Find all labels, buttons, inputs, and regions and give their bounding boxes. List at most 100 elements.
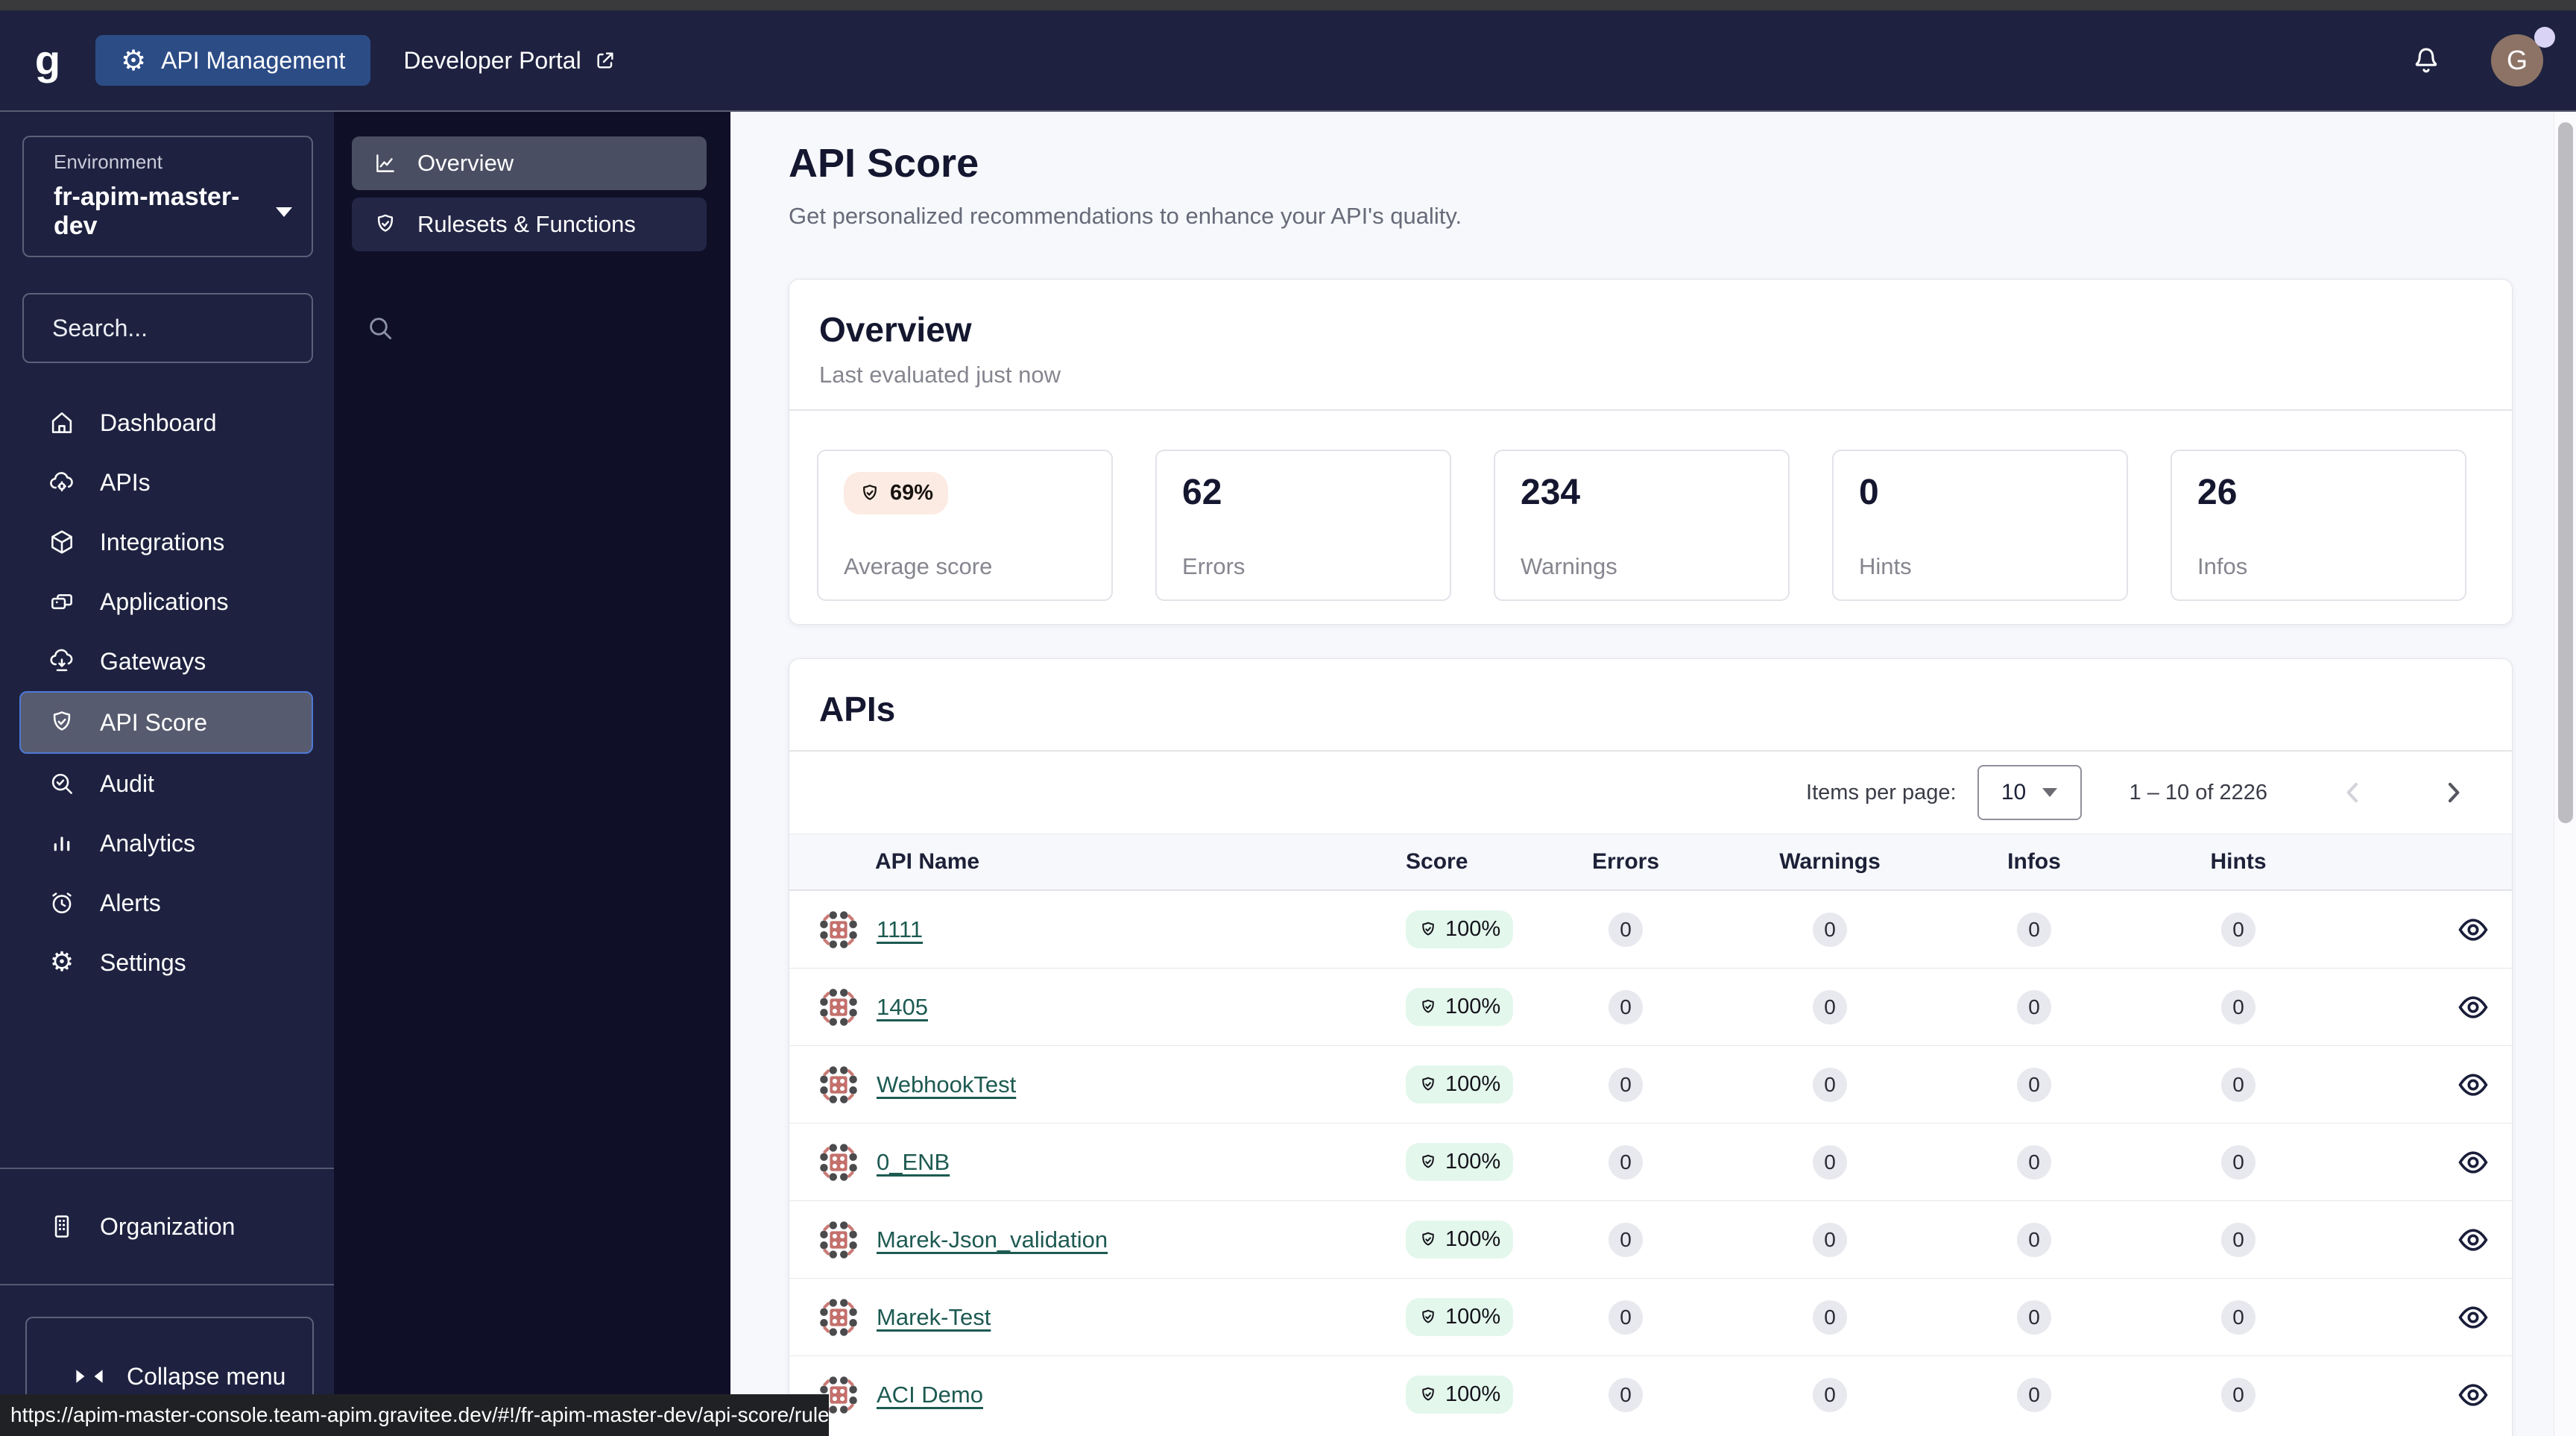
stat-infos: 26 Infos [2171,450,2466,601]
page-size-value: 10 [2001,780,2027,804]
stat-label: Average score [844,553,993,579]
cloud-download-icon [48,647,76,676]
top-header: g ⚙ API Management Developer Portal G [0,10,2576,112]
score-badge: 100% [1406,910,1514,948]
subnav-item-overview[interactable]: Overview [352,136,707,190]
sidebar-item-label: Integrations [100,528,225,555]
search-icon [365,313,395,343]
column-header-warnings: Warnings [1779,849,1881,874]
external-link-icon [593,48,617,72]
column-header-score: Score [1406,849,1468,874]
apis-card: APIs Items per page: 10 1 – 10 of 2226 A… [789,658,2513,1436]
stat-label: Hints [1859,553,1912,579]
column-header-api-name: API Name [875,849,980,874]
table-pagination: Items per page: 10 1 – 10 of 2226 [789,752,2512,834]
api-name-link[interactable]: ACI Demo [877,1382,983,1408]
api-name-link[interactable]: 1405 [877,994,928,1021]
next-page-button[interactable] [2439,778,2467,807]
score-badge: 100% [1406,1065,1514,1103]
sidebar-item-audit[interactable]: Audit [0,754,334,813]
view-api-button[interactable] [2457,913,2490,946]
logo-g-glyph: g [34,37,61,84]
api-identicon [817,908,860,951]
api-name-link[interactable]: Marek-Json_validation [877,1226,1108,1253]
table-header-row: API Name Score Errors Warnings Infos Hin… [789,834,2512,890]
subnav-item-label: Rulesets & Functions [417,211,636,237]
environment-selector[interactable]: Environment fr-apim-master-dev [22,136,313,257]
overview-stats: 69% Average score 62 Errors 234 Warnings… [789,411,2512,624]
infos-count: 0 [2017,1222,2051,1257]
previous-page-button[interactable] [2339,778,2367,807]
chevron-down-icon [276,207,292,217]
stat-errors: 62 Errors [1155,450,1451,601]
search-input[interactable] [52,314,365,342]
errors-count: 0 [1609,1144,1643,1180]
column-header-errors: Errors [1591,849,1660,874]
sidebar-item-apis[interactable]: APIs [0,453,334,512]
main-content: API Score Get personalized recommendatio… [730,112,2576,1436]
errors-count: 0 [1609,1222,1643,1257]
search-check-icon [48,769,76,798]
chevron-down-icon [2042,788,2058,797]
user-avatar[interactable]: G [2491,27,2555,86]
api-name-link[interactable]: Marek-Test [877,1304,991,1331]
developer-portal-link[interactable]: Developer Portal [403,47,616,75]
sidebar-item-dashboard[interactable]: Dashboard [0,393,334,453]
stat-value: 234 [1521,473,1581,512]
view-api-button[interactable] [2457,991,2490,1024]
sidebar-item-alerts[interactable]: Alerts [0,873,334,933]
sidebar-item-integrations[interactable]: Integrations [0,512,334,572]
table-row: 0_ENB 100% 0 0 0 0 [789,1123,2512,1200]
table-row: 1111 100% 0 0 0 0 [789,890,2512,968]
sidebar-item-label: Gateways [100,647,206,675]
warnings-count: 0 [1813,912,1847,947]
bar-chart-icon [48,829,76,857]
notifications-bell-icon[interactable] [2409,43,2443,78]
warnings-count: 0 [1813,1222,1847,1257]
sidebar-item-api-score[interactable]: API Score [19,691,313,754]
stat-value: 26 [2197,473,2238,512]
view-api-button[interactable] [2457,1068,2490,1101]
hints-count: 0 [2221,989,2255,1024]
sidebar-item-applications[interactable]: Applications [0,572,334,632]
shield-check-icon [373,212,398,237]
view-api-button[interactable] [2457,1301,2490,1334]
sidebar-search [22,293,392,363]
hints-count: 0 [2221,912,2255,947]
scrollbar-thumb[interactable] [2558,122,2573,823]
view-api-button[interactable] [2457,1224,2490,1256]
items-per-page-label: Items per page: [1806,780,1957,804]
api-management-button[interactable]: ⚙ API Management [95,35,371,86]
view-api-button[interactable] [2457,1379,2490,1411]
sidebar-item-settings[interactable]: ⚙ Settings [0,933,334,992]
table-row: Marek-Json_validation 100% 0 0 0 0 [789,1200,2512,1278]
infos-count: 0 [2017,989,2051,1024]
sidebar-item-label: Audit [100,769,154,797]
sidebar-item-organization[interactable]: Organization [0,1169,334,1284]
column-header-hints: Hints [2210,849,2267,874]
api-name-link[interactable]: WebhookTest [877,1071,1016,1098]
overview-title: Overview [819,310,972,349]
sidebar-item-gateways[interactable]: Gateways [0,632,334,691]
hints-count: 0 [2221,1144,2255,1180]
stat-value: 62 [1182,473,1222,512]
errors-count: 0 [1609,1377,1643,1412]
view-api-button[interactable] [2457,1146,2490,1179]
table-row: 1405 100% 0 0 0 0 [789,968,2512,1045]
score-value: 100% [1445,1150,1501,1174]
average-score-value: 69% [890,481,934,505]
scrollbar-track[interactable] [2554,112,2576,1436]
subnav-item-rulesets-functions[interactable]: Rulesets & Functions [352,198,707,251]
sidebar-item-label: Alerts [100,889,161,916]
page-size-select[interactable]: 10 [1977,765,2082,820]
hints-count: 0 [2221,1300,2255,1335]
api-management-label: API Management [161,46,346,74]
api-name-link[interactable]: 0_ENB [877,1149,950,1176]
sidebar-item-analytics[interactable]: Analytics [0,813,334,873]
score-badge: 100% [1406,1376,1514,1414]
table-row: ACI Demo 100% 0 0 0 0 [789,1355,2512,1433]
gravitee-logo[interactable]: g [0,40,95,81]
api-name-link[interactable]: 1111 [877,916,923,943]
environment-value: fr-apim-master-dev [54,183,240,240]
page-range-text: 1 – 10 of 2226 [2129,780,2267,804]
